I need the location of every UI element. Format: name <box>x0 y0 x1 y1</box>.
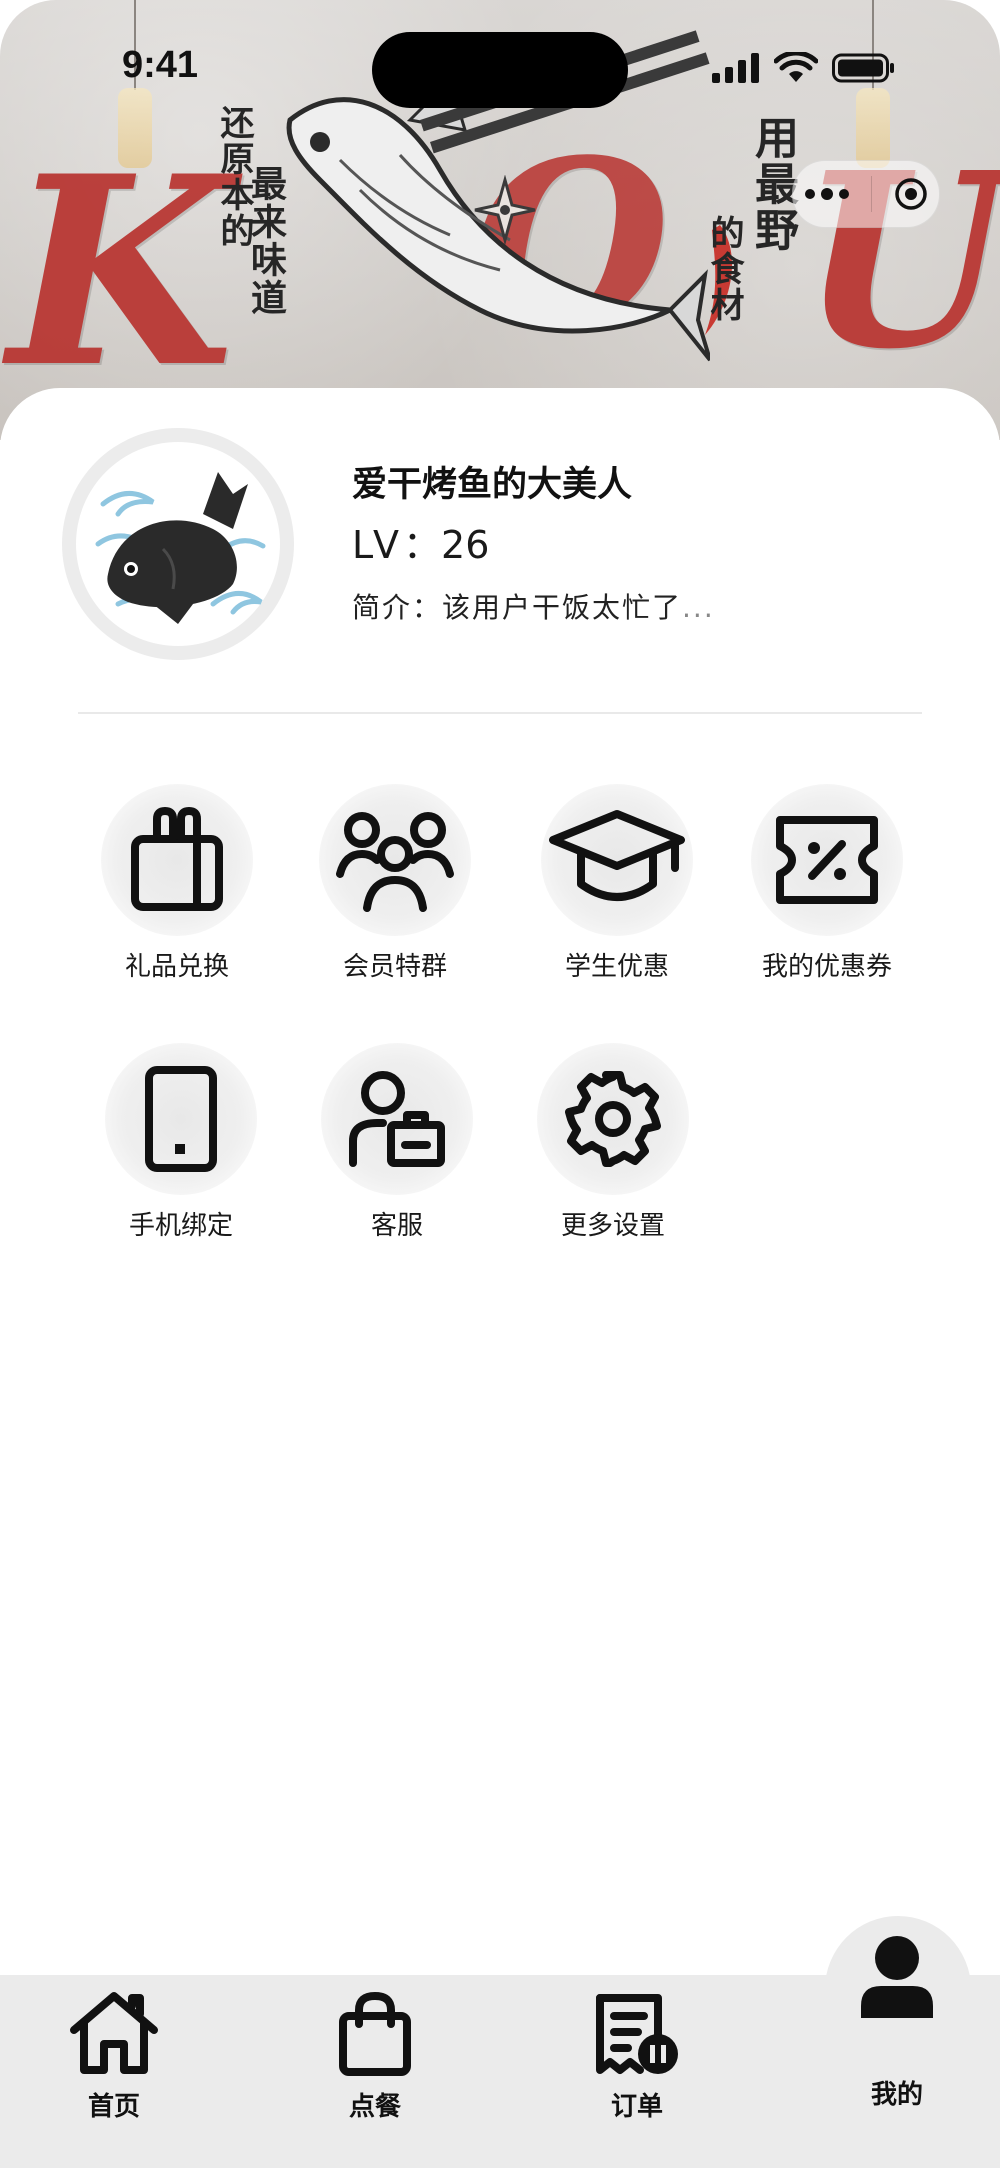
menu-item-label: 更多设置 <box>560 1211 665 1241</box>
level-separator: ： <box>403 523 442 567</box>
bio-text: 该用户干饭太忙了 <box>442 591 683 624</box>
tab-orders[interactable]: 订单 <box>557 1990 717 2123</box>
capsule-divider <box>870 176 872 212</box>
bio-ellipsis: ... <box>682 591 715 624</box>
level-prefix: LV <box>352 523 403 567</box>
order-list-icon <box>596 1994 678 2074</box>
icon-circle <box>319 784 471 936</box>
tab-label: 订单 <box>610 2092 663 2122</box>
tab-label: 点餐 <box>348 2092 401 2122</box>
banner-slogan-right-col2: 的食材 <box>704 215 744 323</box>
customer-service-icon <box>349 1071 445 1167</box>
menu-item-phone-binding[interactable]: 手机绑定 <box>91 1043 271 1242</box>
menu-item-more-settings[interactable]: 更多设置 <box>523 1043 703 1242</box>
tab-home[interactable]: 首页 <box>34 1990 194 2123</box>
gear-icon <box>565 1071 661 1167</box>
menu-item-label: 手机绑定 <box>128 1211 233 1241</box>
lantern-left <box>118 88 152 168</box>
menu-item-customer-service[interactable]: 客服 <box>307 1043 487 1242</box>
menu-item-member-group[interactable]: 会员特群 <box>305 784 485 983</box>
menu-item-student-discount[interactable]: 学生优惠 <box>527 784 707 983</box>
bio-label: 简介： <box>352 591 443 624</box>
level-value: 26 <box>441 523 490 567</box>
menu-item-label: 会员特群 <box>342 952 447 982</box>
menu-item-label: 礼品兑换 <box>124 952 229 982</box>
menu-item-label: 我的优惠券 <box>761 952 892 982</box>
status-time: 9:41 <box>122 44 199 86</box>
gift-bag-icon <box>131 807 223 911</box>
icon-circle <box>105 1043 257 1195</box>
group-icon <box>336 812 454 912</box>
battery-icon <box>832 53 894 83</box>
dynamic-island <box>372 32 628 108</box>
close-target-icon[interactable] <box>893 176 929 212</box>
icon-circle <box>321 1043 473 1195</box>
banner-star-anise <box>474 175 536 245</box>
status-icons <box>712 52 896 84</box>
coupon-icon <box>776 816 878 904</box>
username: 爱干烤鱼的大美人 <box>352 465 633 505</box>
wifi-icon <box>774 52 818 82</box>
lantern-right <box>856 88 890 168</box>
graduation-cap-icon <box>549 810 685 901</box>
menu-item-label: 学生优惠 <box>564 952 669 982</box>
user-icon <box>861 1936 933 2018</box>
icon-circle <box>541 784 693 936</box>
icon-circle <box>751 784 903 936</box>
more-dots-icon[interactable] <box>804 188 850 200</box>
phone-icon <box>145 1066 217 1172</box>
menu-item-gift-exchange[interactable]: 礼品兑换 <box>87 784 267 983</box>
hero-banner: K O U 还原本的 最来味道 用最野 的食材 9:41 <box>0 0 1000 440</box>
level: LV：26 <box>352 514 489 569</box>
divider <box>78 712 922 714</box>
tab-label: 我的 <box>870 2080 923 2110</box>
cellular-signal-icon <box>712 53 759 83</box>
banner-slogan-left-col2: 最来味道 <box>245 165 287 317</box>
avatar-image <box>76 442 280 646</box>
black-fish-avatar-icon <box>95 472 266 624</box>
tab-order-food[interactable]: 点餐 <box>295 1990 455 2123</box>
tab-me[interactable]: 我的 <box>817 1934 977 2111</box>
icon-circle <box>101 784 253 936</box>
home-icon <box>70 1992 158 2074</box>
menu-item-my-coupons[interactable]: 我的优惠券 <box>737 784 917 983</box>
icon-circle <box>537 1043 689 1195</box>
tab-label: 首页 <box>87 2092 140 2122</box>
shopping-bag-icon <box>339 1992 411 2076</box>
bio: 简介：该用户干饭太忙了... <box>352 586 715 626</box>
miniprogram-capsule <box>792 160 940 228</box>
avatar[interactable] <box>62 428 294 660</box>
menu-item-label: 客服 <box>370 1211 423 1241</box>
